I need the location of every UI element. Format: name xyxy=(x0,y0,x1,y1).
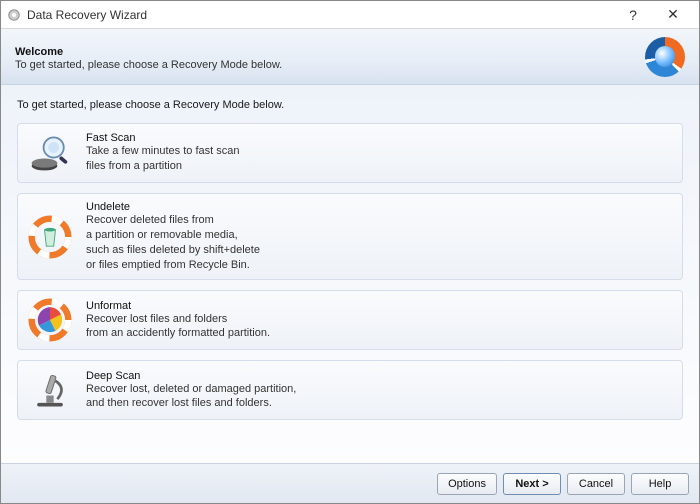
cancel-button[interactable]: Cancel xyxy=(567,473,625,495)
mode-list: Fast Scan Take a few minutes to fast sca… xyxy=(17,123,683,420)
lifering-icon xyxy=(645,37,685,77)
recycle-bin-lifering-icon xyxy=(28,215,72,259)
header-welcome: Welcome xyxy=(15,46,645,58)
app-icon xyxy=(7,8,21,22)
mode-undelete[interactable]: Undelete Recover deleted files from a pa… xyxy=(17,193,683,280)
mode-title: Unformat xyxy=(86,300,270,312)
help-button[interactable]: ? xyxy=(613,4,653,26)
mode-desc: Recover lost files and folders from an a… xyxy=(86,312,270,342)
header-subtitle: To get started, please choose a Recovery… xyxy=(15,59,645,71)
mode-title: Deep Scan xyxy=(86,370,296,382)
footer: Options Next > Cancel Help xyxy=(1,463,699,503)
help-footer-button[interactable]: Help xyxy=(631,473,689,495)
mode-unformat[interactable]: Unformat Recover lost files and folders … xyxy=(17,290,683,350)
mode-title: Undelete xyxy=(86,201,260,213)
mode-fast-scan[interactable]: Fast Scan Take a few minutes to fast sca… xyxy=(17,123,683,183)
pie-lifering-icon xyxy=(28,298,72,342)
mode-title: Fast Scan xyxy=(86,132,239,144)
magnifier-disk-icon xyxy=(28,131,72,175)
mode-desc: Take a few minutes to fast scan files fr… xyxy=(86,144,239,174)
header-band: Welcome To get started, please choose a … xyxy=(1,29,699,85)
next-button[interactable]: Next > xyxy=(503,473,561,495)
window-title: Data Recovery Wizard xyxy=(27,8,613,22)
main-prompt: To get started, please choose a Recovery… xyxy=(17,99,683,111)
close-button[interactable]: ✕ xyxy=(653,4,693,26)
mode-deep-scan[interactable]: Deep Scan Recover lost, deleted or damag… xyxy=(17,360,683,420)
microscope-icon xyxy=(28,368,72,412)
titlebar: Data Recovery Wizard ? ✕ xyxy=(1,1,699,29)
mode-desc: Recover deleted files from a partition o… xyxy=(86,213,260,272)
main-area: To get started, please choose a Recovery… xyxy=(1,85,699,463)
options-button[interactable]: Options xyxy=(437,473,497,495)
mode-desc: Recover lost, deleted or damaged partiti… xyxy=(86,382,296,412)
